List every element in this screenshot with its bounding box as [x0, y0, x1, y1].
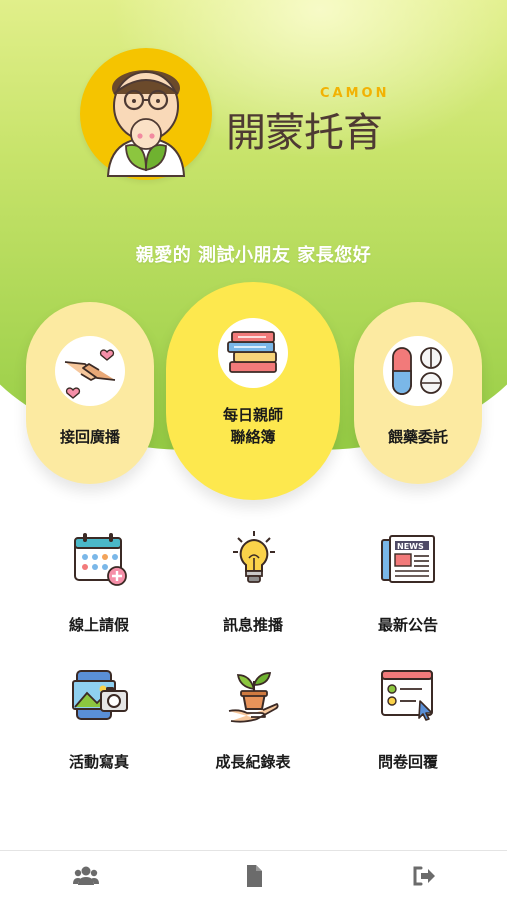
- daily-contact-book-label: 每日親師 聯絡簿: [166, 404, 340, 448]
- message-push-button[interactable]: 訊息推播: [178, 530, 328, 640]
- icon-circle: [383, 336, 453, 406]
- label-line-1: 每日親師: [222, 406, 283, 424]
- daily-contact-book-button[interactable]: 每日親師 聯絡簿: [166, 282, 340, 500]
- pickup-broadcast-label: 接回廣播: [59, 428, 120, 446]
- message-push-label: 訊息推播: [222, 616, 283, 634]
- teacher-mascot-icon: [106, 70, 186, 177]
- icon-circle: [218, 318, 288, 388]
- activity-photos-button[interactable]: 活動寫真: [24, 667, 174, 777]
- home-screen: CAMON 開蒙托育 親愛的 測試小朋友 家長您好 接回廣播 每日親師 聯絡簿 …: [0, 0, 507, 900]
- bottom-tab-bar: [0, 850, 507, 900]
- latest-news-button[interactable]: NEWS 最新公告: [333, 530, 483, 640]
- tab-users[interactable]: [55, 851, 115, 900]
- growth-record-button[interactable]: 成長紀錄表: [178, 667, 328, 777]
- brand-english: CAMON: [320, 86, 390, 101]
- books-icon: [227, 331, 277, 373]
- newspaper-icon: NEWS: [381, 535, 435, 583]
- survey-form-icon: [381, 670, 433, 721]
- online-leave-button[interactable]: 線上請假: [24, 530, 174, 640]
- users-icon: [73, 866, 99, 885]
- online-leave-label: 線上請假: [68, 616, 129, 634]
- calendar-add-icon: [74, 533, 127, 586]
- logo-avatar: [80, 48, 212, 180]
- brand-chinese: 開蒙托育: [226, 110, 383, 156]
- label-line-2: 聯絡簿: [230, 428, 276, 446]
- activity-photos-label: 活動寫真: [68, 753, 129, 771]
- photo-camera-icon: [72, 670, 128, 720]
- growth-record-label: 成長紀錄表: [215, 753, 291, 771]
- lightbulb-icon: [233, 531, 275, 583]
- hands-hearts-icon: [64, 349, 116, 399]
- medicine-request-label: 餵藥委託: [387, 428, 448, 446]
- survey-reply-label: 問卷回覆: [377, 753, 438, 771]
- logout-icon: [413, 866, 435, 886]
- pickup-broadcast-button[interactable]: 接回廣播: [26, 302, 154, 484]
- tab-document[interactable]: [224, 851, 284, 900]
- tab-logout[interactable]: [394, 851, 454, 900]
- medicine-request-button[interactable]: 餵藥委託: [354, 302, 482, 484]
- latest-news-label: 最新公告: [377, 616, 438, 634]
- survey-reply-button[interactable]: 問卷回覆: [333, 667, 483, 777]
- plant-hand-icon: [228, 672, 279, 723]
- icon-circle: [55, 336, 125, 406]
- svg-text:NEWS: NEWS: [397, 542, 424, 551]
- document-icon: [247, 865, 262, 887]
- parent-greeting: 親愛的 測試小朋友 家長您好: [135, 245, 372, 266]
- medicine-pills-icon: [392, 347, 442, 395]
